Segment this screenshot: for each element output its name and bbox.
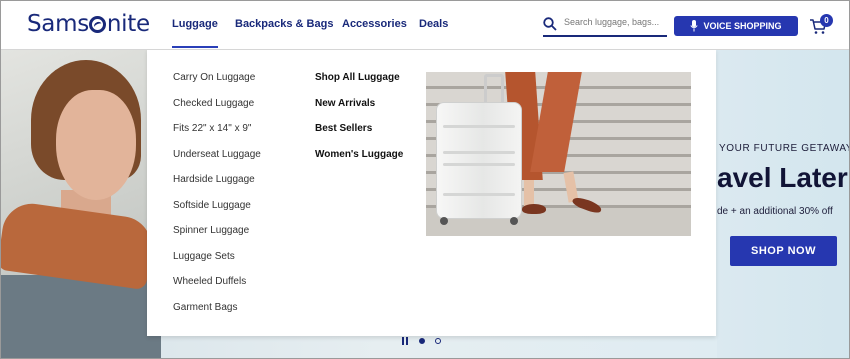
samsonite-logo[interactable]: Sams nite (27, 11, 150, 37)
featured-item[interactable]: New Arrivals (315, 98, 403, 124)
carousel-dot-1[interactable] (419, 338, 425, 344)
featured-item[interactable]: Women's Luggage (315, 149, 403, 175)
menu-item[interactable]: Softside Luggage (173, 200, 261, 226)
menu-item[interactable]: Wheeled Duffels (173, 276, 261, 302)
promo-image-luggage[interactable] (426, 72, 691, 236)
menu-item[interactable]: Checked Luggage (173, 98, 261, 124)
voice-shopping-label: VOICE SHOPPING (703, 21, 782, 31)
logo-mark-icon (89, 16, 107, 33)
shop-now-button[interactable]: SHOP NOW (730, 236, 837, 266)
menu-item[interactable]: Carry On Luggage (173, 72, 261, 98)
carousel-controls (402, 336, 441, 346)
menu-item[interactable]: Underseat Luggage (173, 149, 261, 175)
featured-item[interactable]: Best Sellers (315, 123, 403, 149)
menu-item[interactable]: Hardside Luggage (173, 174, 261, 200)
hero-text-panel: YOUR FUTURE GETAWAY avel Later de + an a… (717, 50, 849, 358)
menu-item[interactable]: Fits 22" x 14" x 9" (173, 123, 261, 149)
nav-deals[interactable]: Deals (419, 18, 448, 30)
hero-photo (1, 50, 161, 358)
featured-links: Shop All Luggage New Arrivals Best Selle… (315, 72, 403, 174)
luggage-mega-menu: Carry On Luggage Checked Luggage Fits 22… (147, 49, 716, 336)
search-icon[interactable] (543, 17, 557, 31)
menu-item[interactable]: Luggage Sets (173, 251, 261, 277)
microphone-icon (690, 20, 699, 32)
hero-kicker: YOUR FUTURE GETAWAY (719, 143, 850, 154)
search-box (543, 15, 667, 37)
menu-item[interactable]: Spinner Luggage (173, 225, 261, 251)
hero-subtext: de + an additional 30% off (717, 206, 833, 217)
featured-item[interactable]: Shop All Luggage (315, 72, 403, 98)
pause-icon[interactable] (402, 337, 409, 345)
suitcase-image (436, 102, 522, 219)
hero-headline: avel Later (717, 162, 848, 193)
voice-shopping-button[interactable]: VOICE SHOPPING (674, 16, 798, 36)
carousel-dot-2[interactable] (435, 338, 441, 344)
cart-count-badge: 0 (820, 14, 833, 27)
browser-viewport: YOUR FUTURE GETAWAY avel Later de + an a… (0, 0, 850, 359)
site-header: Sams nite Luggage Backpacks & Bags Access… (1, 1, 849, 50)
menu-item[interactable]: Garment Bags (173, 302, 261, 328)
search-input[interactable] (564, 17, 664, 27)
nav-luggage[interactable]: Luggage (172, 18, 218, 48)
luggage-categories: Carry On Luggage Checked Luggage Fits 22… (173, 72, 261, 327)
nav-accessories[interactable]: Accessories (342, 18, 407, 30)
cart-button[interactable]: 0 (809, 14, 833, 39)
nav-backpacks-bags[interactable]: Backpacks & Bags (235, 18, 333, 30)
